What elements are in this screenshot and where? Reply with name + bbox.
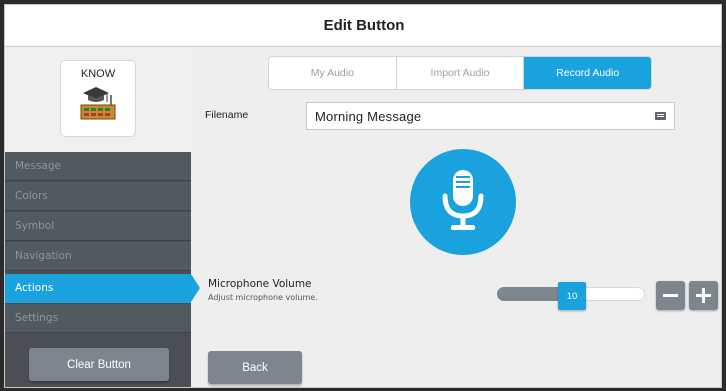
sidebar-item-label: Message [15,160,62,172]
filename-value: Morning Message [315,109,422,124]
dialog-header: Edit Button [5,5,721,47]
button-preview-label: KNOW [80,68,116,80]
sidebar-item-symbol[interactable]: Symbol [5,212,191,241]
volume-slider-fill [497,287,559,301]
back-button[interactable]: Back [208,351,302,384]
microphone-icon [442,170,484,230]
dialog-title: Edit Button [323,17,405,34]
sidebar-item-actions[interactable]: Actions [5,274,200,303]
sidebar: KNOW Message Colors Symbol Navigation Ac… [5,48,200,387]
sidebar-item-navigation[interactable]: Navigation [5,242,191,271]
sidebar-item-colors[interactable]: Colors [5,182,191,211]
keyboard-icon[interactable] [655,112,666,120]
minus-icon [663,294,678,297]
active-indicator-arrow [191,274,200,302]
volume-slider-thumb[interactable]: 10 [558,282,586,310]
graduation-cap-classroom-icon [80,87,116,120]
record-button[interactable] [410,149,516,255]
audio-source-tabs: My Audio Import Audio Record Audio [269,57,651,89]
filename-field[interactable]: Morning Message [306,102,675,130]
tab-my-audio[interactable]: My Audio [269,57,397,89]
volume-decrease-button[interactable] [656,281,685,310]
edit-button-dialog: Edit Button KNOW Message Colors Symbol N… [4,4,722,388]
filename-label: Filename [205,109,249,121]
sidebar-item-label: Navigation [15,250,72,262]
sidebar-item-settings[interactable]: Settings [5,304,191,333]
tab-record-audio[interactable]: Record Audio [524,57,651,89]
tab-import-audio[interactable]: Import Audio [397,57,525,89]
button-preview[interactable]: KNOW [61,61,135,136]
microphone-volume-title: Microphone Volume [208,278,312,290]
sidebar-item-label: Symbol [15,220,55,232]
sidebar-item-label: Actions [15,282,54,294]
microphone-volume-description: Adjust microphone volume. [208,293,318,302]
clear-button[interactable]: Clear Button [29,348,169,381]
preview-area: KNOW [5,48,191,152]
sidebar-item-message[interactable]: Message [5,152,191,181]
sidebar-item-label: Settings [15,312,59,324]
sidebar-item-label: Colors [15,190,48,202]
volume-value: 10 [566,290,578,302]
volume-increase-button[interactable] [689,281,718,310]
